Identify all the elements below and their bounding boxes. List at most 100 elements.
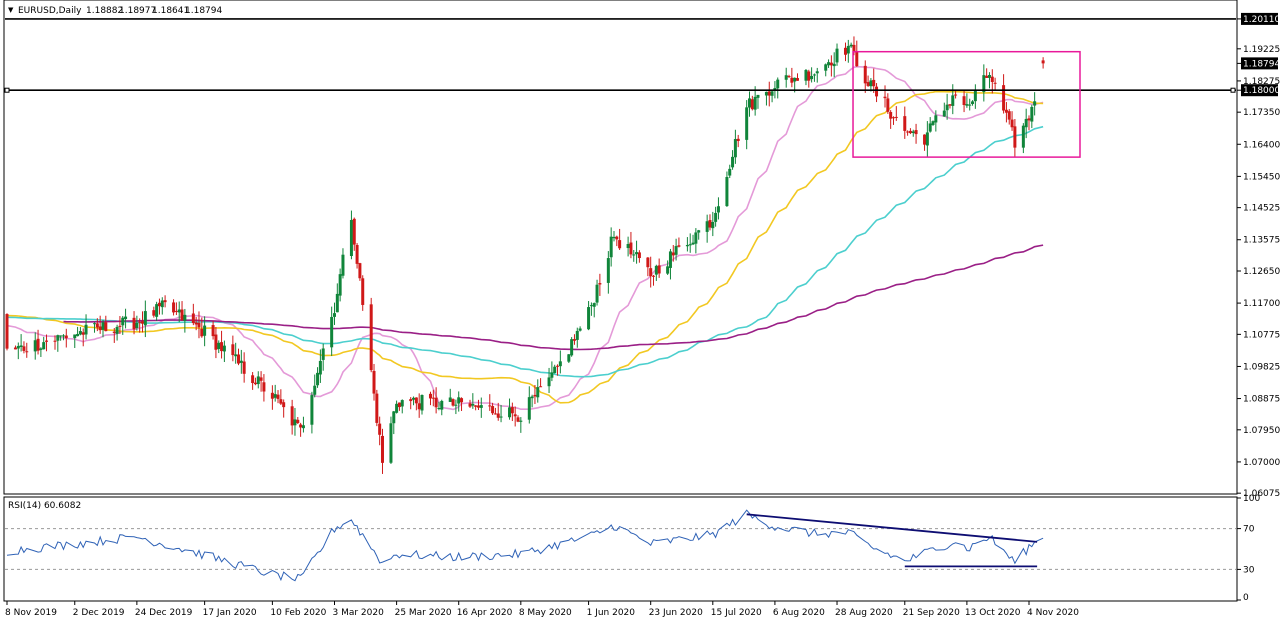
candle-body: [163, 300, 167, 303]
candle-body: [39, 348, 43, 350]
candle-body: [652, 275, 656, 277]
candle-body: [428, 393, 432, 399]
candle-body: [750, 99, 754, 110]
candle-body: [282, 402, 286, 408]
candle-body: [925, 132, 929, 146]
candle-body: [33, 340, 37, 352]
chart-root: 1.201101.192251.187941.182751.180001.173…: [3, 0, 1280, 618]
candle-body: [200, 328, 204, 337]
price-tick-label: 1.16400: [1243, 140, 1280, 150]
candle-body: [508, 407, 512, 418]
candle-body: [1027, 118, 1031, 121]
time-tick-label: 2 Dec 2019: [73, 608, 125, 618]
candle-body: [211, 325, 215, 337]
candle-body: [962, 96, 966, 106]
candle-body: [378, 423, 382, 435]
candle-body: [745, 107, 749, 140]
candle-body: [36, 338, 40, 351]
candle-body: [45, 340, 49, 342]
candle-body: [948, 104, 952, 106]
candle-body: [440, 400, 444, 410]
time-tick-label: 25 Mar 2020: [395, 608, 452, 618]
candle-body: [493, 413, 497, 415]
time-tick-label: 21 Sep 2020: [903, 608, 960, 618]
candle-body: [654, 265, 658, 275]
candle-body: [1024, 118, 1028, 128]
candle-body: [731, 156, 735, 168]
candle-body: [468, 403, 472, 407]
candle-body: [793, 77, 797, 82]
price-axis: 1.201101.192251.187941.182751.180001.173…: [1237, 12, 1280, 499]
candle-body: [155, 304, 159, 317]
candle-body: [688, 244, 692, 246]
candle-body: [556, 365, 560, 367]
candle-body: [369, 304, 373, 371]
candle-body: [239, 360, 243, 363]
candle-body: [53, 340, 57, 342]
candle-body: [714, 212, 718, 222]
candle-body: [5, 314, 9, 349]
candle-body: [674, 246, 678, 255]
candle-body: [787, 76, 791, 78]
time-tick-label: 4 Nov 2020: [1027, 608, 1079, 618]
candle-body: [612, 236, 616, 239]
candle-body: [434, 397, 438, 408]
candle-body: [358, 263, 362, 279]
candle-body: [711, 222, 715, 229]
price-tick-label: 1.07950: [1243, 426, 1280, 436]
candle-body: [273, 394, 277, 398]
candle-body: [987, 75, 991, 78]
candle-body: [121, 317, 125, 326]
candle-body: [25, 351, 29, 353]
candle-body: [928, 123, 932, 132]
candle-body: [587, 307, 591, 330]
candle-body: [578, 328, 582, 331]
price-tick-label: 1.20110: [1243, 15, 1280, 25]
high-price: 1.18977: [119, 6, 156, 16]
candle-body: [572, 339, 576, 341]
candle-body: [56, 335, 60, 341]
menu-triangle-icon[interactable]: ▼: [8, 6, 14, 14]
low-price: 1.18641: [152, 6, 189, 16]
candle-body: [908, 130, 912, 134]
candle-body: [132, 317, 136, 330]
candle-body: [259, 377, 263, 381]
candle-body: [375, 393, 379, 423]
candle-body: [412, 397, 416, 400]
candle-body: [691, 242, 695, 245]
candle-body: [180, 309, 184, 321]
candle-body: [637, 252, 641, 259]
candle-body: [843, 47, 847, 55]
candle-body: [296, 419, 300, 424]
candle-body: [299, 424, 303, 428]
candle-body: [553, 366, 557, 374]
candle-body: [479, 405, 483, 408]
candle-body: [101, 322, 105, 330]
candle-body: [685, 245, 689, 247]
candle-body: [476, 405, 480, 408]
candle-body: [138, 321, 142, 323]
candle-body: [558, 361, 562, 367]
candle-body: [536, 387, 540, 398]
candle-body: [1041, 60, 1045, 64]
candle-body: [626, 243, 630, 249]
candle-body: [400, 400, 404, 407]
candle-body: [869, 80, 873, 87]
candle-body: [349, 220, 353, 256]
candle-body: [666, 266, 670, 274]
rsi-tick-label: 30: [1243, 565, 1255, 575]
candle-body: [513, 414, 517, 417]
candle-body: [990, 76, 994, 82]
candle-body: [866, 82, 870, 86]
candle-body: [1013, 126, 1017, 148]
candle-body: [716, 206, 720, 213]
candle-body: [832, 63, 836, 67]
rsi-tick-label: 0: [1243, 593, 1249, 603]
close-price: 1.18794: [185, 6, 222, 16]
candle-body: [615, 236, 619, 240]
candle-body: [330, 316, 334, 348]
price-tick-label: 1.17350: [1243, 108, 1280, 118]
candle-body: [863, 65, 867, 84]
candle-body: [143, 311, 147, 326]
candle-body: [829, 62, 833, 66]
